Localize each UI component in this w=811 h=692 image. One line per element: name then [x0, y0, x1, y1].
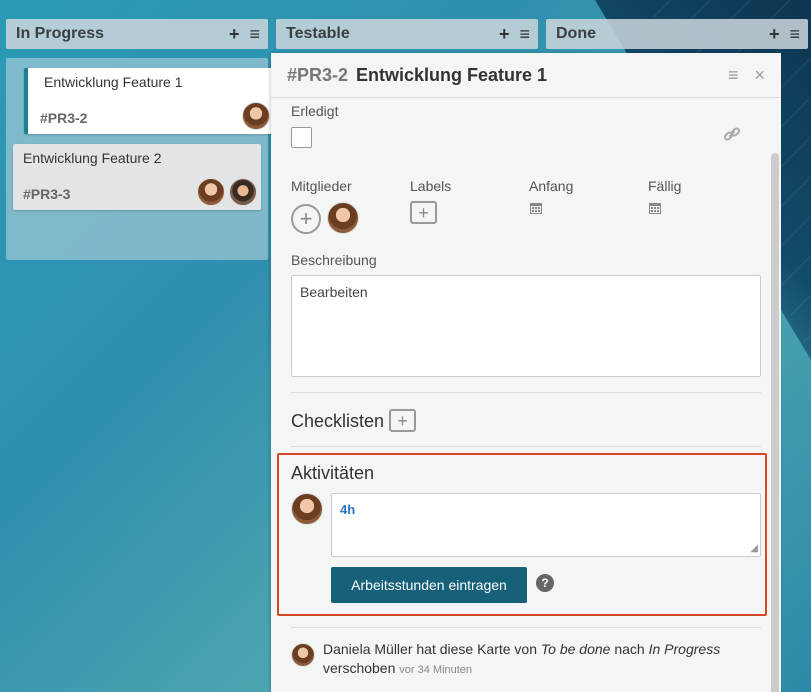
log-avatar [291, 643, 315, 667]
due-label: Fällig [648, 178, 682, 194]
avatar [229, 178, 257, 206]
add-member-button[interactable]: + [291, 204, 321, 234]
divider [291, 446, 761, 447]
add-card-icon[interactable]: + [499, 24, 510, 45]
card-pr3-3[interactable]: Entwicklung Feature 2 #PR3-3 [13, 144, 261, 210]
card-title: Entwicklung Feature 1 [44, 74, 183, 90]
card-title: Entwicklung Feature 2 [23, 150, 162, 166]
log-from-list: To be done [540, 641, 611, 657]
user-avatar [291, 493, 323, 525]
avatar [242, 102, 270, 130]
calendar-icon[interactable] [648, 201, 662, 218]
divider [291, 627, 761, 628]
activities-heading: Aktivitäten [291, 463, 375, 483]
column-header-in-progress: In Progress + ≡ [6, 19, 268, 49]
divider [291, 392, 761, 393]
card-id: #PR3-2 [40, 110, 88, 126]
column-menu-icon[interactable]: ≡ [249, 24, 260, 45]
add-card-icon[interactable]: + [229, 24, 240, 45]
column-menu-icon[interactable]: ≡ [789, 24, 800, 45]
log-user[interactable]: Daniela Müller [323, 641, 412, 657]
checklists-heading: Checklisten [291, 411, 385, 431]
detail-card-id: #PR3-2 [287, 64, 349, 85]
card-pr3-2[interactable]: Entwicklung Feature 1 #PR3-2 [24, 68, 274, 134]
column-title: In Progress [16, 25, 105, 42]
activity-input[interactable]: 4h ◢ [331, 493, 761, 557]
help-icon[interactable]: ? [536, 574, 554, 592]
labels-label: Labels [410, 178, 452, 194]
close-icon[interactable]: × [754, 65, 765, 86]
add-label-button[interactable]: + [410, 201, 437, 224]
column-menu-icon[interactable]: ≡ [519, 24, 530, 45]
column-title: Done [556, 25, 596, 42]
scrollbar[interactable] [771, 153, 779, 692]
link-icon[interactable] [723, 125, 741, 148]
detail-card-title[interactable]: Entwicklung Feature 1 [356, 65, 728, 86]
add-card-icon[interactable]: + [769, 24, 780, 45]
column-title: Testable [286, 25, 350, 42]
add-checklist-button[interactable]: + [389, 409, 416, 432]
column-header-testable: Testable + ≡ [276, 19, 538, 49]
done-label: Erledigt [291, 103, 339, 119]
detail-header: #PR3-2 Entwicklung Feature 1 ≡ × [271, 53, 781, 98]
resize-grip-icon[interactable]: ◢ [750, 543, 758, 554]
members-label: Mitglieder [291, 178, 352, 194]
column-header-done: Done + ≡ [546, 19, 808, 49]
log-text: hat diese Karte von [416, 641, 538, 657]
member-avatar [327, 202, 359, 234]
log-text: nach [614, 641, 645, 657]
card-detail-panel: #PR3-2 Entwicklung Feature 1 ≡ × Erledig… [271, 53, 781, 692]
card-id: #PR3-3 [23, 186, 71, 202]
description-field[interactable]: Bearbeiten [291, 275, 761, 377]
menu-icon[interactable]: ≡ [728, 65, 739, 86]
avatar [197, 178, 225, 206]
activity-log-entry: Daniela Müller hat diese Karte von To be… [323, 640, 743, 680]
start-label: Anfang [529, 178, 574, 194]
description-label: Beschreibung [291, 252, 377, 268]
done-checkbox[interactable] [291, 127, 312, 148]
activity-input-value: 4h [340, 502, 356, 517]
calendar-icon[interactable] [529, 201, 543, 218]
log-text: verschoben [323, 660, 396, 676]
log-to-list: In Progress [648, 641, 721, 657]
log-hours-button[interactable]: Arbeitsstunden eintragen [331, 567, 527, 603]
log-timestamp: vor 34 Minuten [399, 664, 473, 676]
